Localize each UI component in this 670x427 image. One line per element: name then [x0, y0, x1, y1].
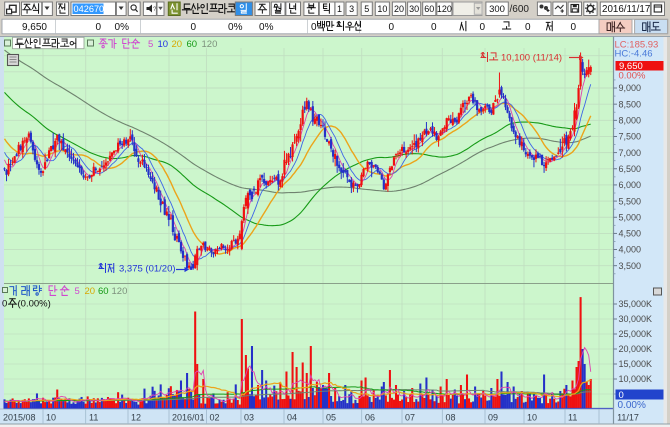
svg-text:15,000K: 15,000K — [619, 359, 653, 369]
svg-text:5: 5 — [148, 39, 153, 50]
svg-text:0: 0 — [2, 299, 7, 310]
svg-text:6,500: 6,500 — [619, 164, 642, 174]
svg-text:11: 11 — [568, 412, 577, 422]
svg-text:0%: 0% — [228, 22, 243, 33]
svg-text:7,000: 7,000 — [619, 148, 642, 158]
svg-text:0: 0 — [431, 22, 437, 33]
svg-text:2016/01: 2016/01 — [172, 412, 205, 422]
svg-text:0: 0 — [311, 22, 317, 33]
svg-text:20: 20 — [172, 39, 183, 50]
svg-text:0: 0 — [95, 22, 101, 33]
svg-text:5: 5 — [364, 4, 369, 14]
svg-text:60: 60 — [187, 39, 198, 50]
svg-text:3: 3 — [349, 4, 354, 14]
svg-text:300: 300 — [489, 4, 505, 15]
svg-text:0%: 0% — [115, 22, 130, 33]
svg-text:03: 03 — [244, 412, 254, 422]
svg-text:2016/11/17: 2016/11/17 — [602, 4, 650, 15]
svg-text:06: 06 — [365, 412, 375, 422]
svg-text:3,500: 3,500 — [619, 261, 642, 271]
svg-text:4,000: 4,000 — [619, 245, 642, 255]
svg-text:30,000K: 30,000K — [619, 314, 653, 324]
svg-text:11/17: 11/17 — [617, 412, 639, 422]
svg-text:11: 11 — [89, 412, 98, 422]
svg-text:(0.00%): (0.00%) — [18, 299, 51, 310]
svg-text:9,650: 9,650 — [22, 22, 47, 33]
svg-text:25,000K: 25,000K — [619, 329, 653, 339]
svg-text:6,000: 6,000 — [619, 180, 642, 190]
svg-text:10,100 (11/14): 10,100 (11/14) — [501, 52, 562, 63]
svg-text:8,000: 8,000 — [619, 116, 642, 126]
svg-text:08: 08 — [446, 412, 456, 422]
svg-text:0%: 0% — [259, 22, 274, 33]
svg-text:9,000: 9,000 — [619, 83, 642, 93]
svg-text:02: 02 — [210, 412, 220, 422]
svg-text:20,000K: 20,000K — [619, 344, 653, 354]
svg-text:0.00%: 0.00% — [619, 71, 646, 82]
svg-text:20: 20 — [394, 4, 404, 14]
svg-text:35,000K: 35,000K — [619, 299, 653, 309]
svg-text:12: 12 — [131, 412, 141, 422]
svg-text:4,500: 4,500 — [619, 229, 642, 239]
svg-text:5: 5 — [75, 286, 80, 297]
svg-text:7,500: 7,500 — [619, 132, 642, 142]
svg-text:10,000K: 10,000K — [619, 374, 653, 384]
svg-text:07: 07 — [405, 412, 415, 422]
svg-text:120: 120 — [202, 39, 218, 50]
svg-text:05: 05 — [326, 412, 336, 422]
svg-text:/600: /600 — [510, 4, 530, 15]
svg-text:60: 60 — [98, 286, 109, 297]
svg-text:10: 10 — [527, 412, 537, 422]
svg-text:0: 0 — [190, 22, 196, 33]
svg-text:30: 30 — [409, 4, 419, 14]
svg-text:0: 0 — [525, 22, 531, 33]
svg-text:120: 120 — [437, 4, 452, 14]
svg-text:0: 0 — [570, 22, 576, 33]
svg-text:5,000: 5,000 — [619, 212, 642, 222]
svg-text:3,375 (01/20): 3,375 (01/20) — [119, 263, 176, 274]
svg-text:10: 10 — [377, 4, 387, 14]
svg-text:10: 10 — [46, 412, 56, 422]
svg-text:HC:-4.46: HC:-4.46 — [615, 49, 653, 60]
svg-text:042670: 042670 — [74, 4, 105, 14]
svg-text:60: 60 — [424, 4, 434, 14]
svg-text:2015/08: 2015/08 — [3, 412, 36, 422]
svg-text:10: 10 — [158, 39, 169, 50]
svg-text:120: 120 — [112, 286, 128, 297]
svg-text:0: 0 — [388, 22, 394, 33]
svg-text:0: 0 — [479, 22, 485, 33]
svg-text:5,500: 5,500 — [619, 196, 642, 206]
svg-text:09: 09 — [488, 412, 498, 422]
svg-text:0.00%: 0.00% — [618, 400, 646, 411]
svg-text:20: 20 — [85, 286, 96, 297]
svg-text:8,500: 8,500 — [619, 99, 642, 109]
svg-text:1: 1 — [337, 4, 342, 14]
svg-text:04: 04 — [287, 412, 297, 422]
